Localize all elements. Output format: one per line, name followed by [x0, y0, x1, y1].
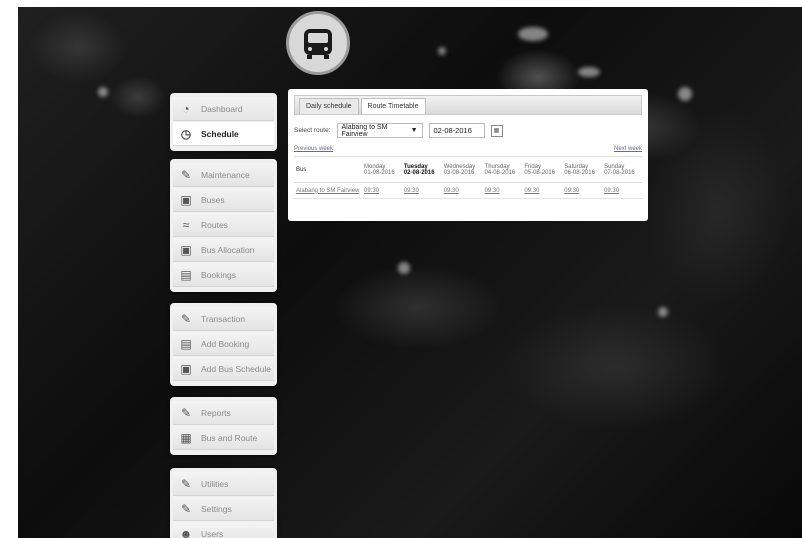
dashboard-icon: ◔ — [182, 101, 190, 116]
sidebar-item-add-booking[interactable]: ▤ Add Booking — [173, 332, 274, 356]
tab-daily-schedule[interactable]: Daily schedule — [299, 98, 359, 114]
time-link[interactable]: 09:30 — [401, 182, 442, 199]
sidebar-item-label: Schedule — [201, 128, 239, 139]
sidebar-item-dashboard[interactable]: ◔ Dashboard — [173, 97, 274, 121]
time-link[interactable]: 09:30 — [522, 182, 563, 199]
timetable: Bus Monday 01-08-2016 Tuesday 02-08-2016 W… — [294, 156, 642, 199]
week-navigation: Previous week Next week — [294, 146, 642, 152]
sidebar-item-label: Utilities — [201, 478, 229, 489]
sidebar-item-add-bus-schedule[interactable]: ▣ Add Bus Schedule — [173, 357, 274, 381]
sidebar-item-label: Add Bus Schedule — [201, 363, 271, 374]
bus-logo-icon[interactable] — [286, 11, 350, 75]
sidebar-item-label: Add Booking — [201, 338, 250, 349]
sidebar-item-label: Bus and Route — [201, 432, 258, 443]
sidebar-item-utilities[interactable]: ✎ Utilities — [173, 472, 274, 496]
select-route-label: Select route: — [294, 127, 331, 134]
sidebar-item-label: Maintenance — [201, 169, 250, 180]
wrench-icon: ✎ — [180, 167, 192, 182]
sidebar-item-maintenance[interactable]: ✎ Maintenance — [173, 163, 274, 187]
timetable-header-row: Bus Monday 01-08-2016 Tuesday 02-08-2016 W… — [294, 156, 642, 183]
wrench-icon: ✎ — [180, 405, 192, 420]
bus-icon: ▣ — [180, 192, 192, 207]
bus-icon: ▣ — [180, 242, 192, 257]
bokeh-light — [438, 47, 446, 55]
sidebar-item-schedule[interactable]: ◷ Schedule — [173, 122, 274, 146]
sidebar-group-utilities: ✎ Utilities ✎ Settings ☻ Users — [170, 468, 277, 538]
sidebar-item-buses[interactable]: ▣ Buses — [173, 188, 274, 212]
sidebar-item-reports[interactable]: ✎ Reports — [173, 401, 274, 425]
day-header-friday: Friday 05-08-2016 — [522, 156, 563, 183]
chart-icon: ▦ — [180, 430, 192, 445]
sidebar-group-maintenance: ✎ Maintenance ▣ Buses ≈ Routes ▣ Bus All… — [170, 159, 277, 292]
tab-route-timetable[interactable]: Route Timetable — [360, 98, 426, 114]
time-link[interactable]: 09:30 — [441, 182, 483, 199]
sidebar-item-routes[interactable]: ≈ Routes — [173, 213, 274, 237]
sidebar-item-bookings[interactable]: ▤ Bookings — [173, 263, 274, 287]
sidebar-item-label: Settings — [201, 503, 232, 514]
chevron-down-icon: ▼ — [410, 127, 418, 134]
wrench-icon: ✎ — [180, 501, 192, 516]
clipboard-icon: ▤ — [180, 336, 192, 351]
day-header-monday: Monday 01-08-2016 — [362, 156, 402, 183]
day-header-wednesday: Wednesday 03-08-2016 — [441, 156, 483, 183]
sidebar-item-bus-allocation[interactable]: ▣ Bus Allocation — [173, 238, 274, 262]
sidebar-item-users[interactable]: ☻ Users — [173, 522, 274, 538]
calendar-icon[interactable]: ▦ — [490, 124, 503, 137]
sidebar-item-label: Transaction — [201, 313, 246, 324]
clipboard-icon: ▤ — [180, 267, 192, 282]
bokeh-light — [518, 27, 548, 41]
time-link[interactable]: 09:30 — [602, 182, 642, 199]
day-header-sunday: Sunday 07-08-2016 — [602, 156, 642, 183]
date-input-value: 02-08-2016 — [433, 126, 472, 135]
sidebar-group-transaction: ✎ Transaction ▤ Add Booking ▣ Add Bus Sc… — [170, 303, 277, 386]
time-link[interactable]: 09:30 — [562, 182, 603, 199]
wrench-icon: ✎ — [180, 311, 192, 326]
bokeh-light — [658, 307, 668, 317]
users-icon: ☻ — [179, 526, 193, 538]
sidebar-item-bus-and-route[interactable]: ▦ Bus and Route — [173, 426, 274, 450]
table-row: Alabang to SM Fairview 09:30 09:30 09:30… — [294, 182, 642, 199]
time-link[interactable]: 09:30 — [482, 182, 523, 199]
bokeh-light — [578, 67, 600, 77]
bokeh-light — [398, 262, 410, 274]
bokeh-light — [98, 87, 108, 97]
route-link[interactable]: Alabang to SM Fairview — [294, 182, 362, 199]
sidebar-group-reports: ✎ Reports ▦ Bus and Route — [170, 397, 277, 455]
bus-icon: ▣ — [180, 361, 192, 376]
bokeh-light — [678, 87, 692, 101]
wrench-icon: ✎ — [180, 476, 192, 491]
tab-bar: Daily schedule Route Timetable — [294, 95, 642, 115]
sidebar-group-main: ◔ Dashboard ◷ Schedule — [170, 93, 277, 151]
sidebar-item-label: Buses — [201, 194, 225, 205]
sidebar-item-label: Reports — [201, 407, 231, 418]
route-filter-row: Select route: Alabang to SM Fairview ▼ 0… — [294, 123, 642, 138]
route-icon: ≈ — [182, 217, 190, 232]
previous-week-link[interactable]: Previous week — [294, 146, 333, 152]
schedule-panel: Daily schedule Route Timetable Select ro… — [288, 89, 648, 221]
day-header-thursday: Thursday 04-08-2016 — [482, 156, 523, 183]
route-select-value: Alabang to SM Fairview — [341, 123, 388, 138]
sidebar-item-label: Dashboard — [201, 103, 243, 114]
date-input[interactable]: 02-08-2016 — [428, 123, 485, 138]
sidebar-item-label: Bookings — [201, 269, 236, 280]
route-select[interactable]: Alabang to SM Fairview ▼ — [336, 123, 423, 138]
sidebar-item-label: Bus Allocation — [201, 244, 255, 255]
clock-icon: ◷ — [180, 126, 192, 141]
day-header-saturday: Saturday 06-08-2016 — [562, 156, 603, 183]
bus-column-header: Bus — [294, 156, 362, 183]
day-header-tuesday: Tuesday 02-08-2016 — [401, 156, 442, 183]
sidebar-item-label: Users — [201, 528, 224, 538]
background-photo: ◔ Dashboard ◷ Schedule ✎ Maintenance ▣ B… — [18, 7, 802, 538]
sidebar-item-transaction[interactable]: ✎ Transaction — [173, 307, 274, 331]
next-week-link[interactable]: Next week — [614, 146, 642, 152]
sidebar-item-label: Routes — [201, 219, 228, 230]
time-link[interactable]: 09:30 — [362, 182, 402, 199]
sidebar-item-settings[interactable]: ✎ Settings — [173, 497, 274, 521]
